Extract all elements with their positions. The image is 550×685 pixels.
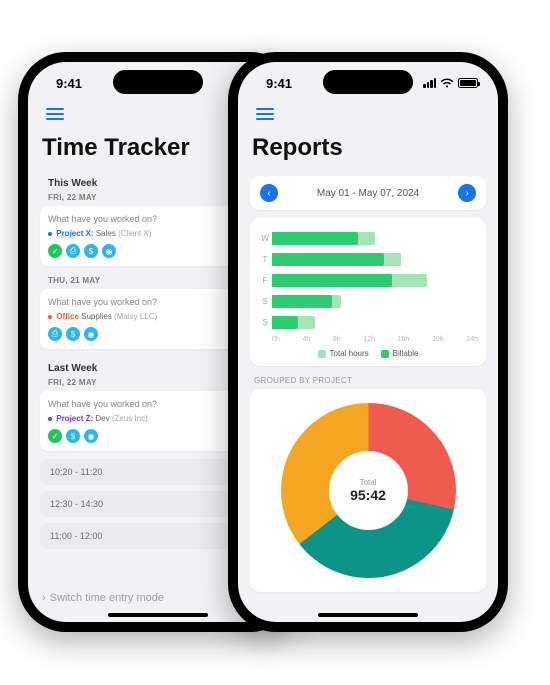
battery-icon [458,78,478,88]
task-name: Dev [95,414,109,423]
legend-swatch-billable [381,350,389,358]
client-name: (Zeus Inc) [112,414,148,423]
briefcase-icon[interactable]: ⎙ [66,244,80,258]
bar-billable [272,274,392,287]
check-icon[interactable]: ✓ [48,244,62,258]
legend-swatch-total [318,350,326,358]
task-name: Sales [96,229,116,238]
x-axis-ticks: 0h4h8h12h16h20h24h [258,336,478,343]
bar-billable [272,232,358,245]
y-axis-label: S [258,297,272,306]
bar-chart: W T F S S [258,228,478,333]
home-indicator [318,613,418,617]
notch [113,70,203,94]
status-time: 9:41 [56,76,82,91]
donut-chart-card: Total 95:42 [250,389,486,592]
project-name: Project Z: [56,414,93,423]
project-dot [48,315,52,319]
total-value: 95:42 [350,487,386,503]
task-name: Supplies [81,312,112,321]
bar-billable [272,295,332,308]
y-axis-label: W [258,234,272,243]
screen-right: 9:41 Reports ‹ May 01 - May 07, 2024 › W… [238,62,498,622]
total-label: Total [360,478,377,487]
wifi-icon [440,78,454,89]
phone-mockup-right: 9:41 Reports ‹ May 01 - May 07, 2024 › W… [228,52,508,632]
dollar-icon[interactable]: $ [66,429,80,443]
bar-chart-card: W T F S S 0h4h8h12h16h20h24h Total hours Bil… [250,218,486,366]
project-dot [48,417,52,421]
menu-icon[interactable] [42,104,68,124]
y-axis-label: F [258,276,272,285]
dollar-icon[interactable]: $ [84,244,98,258]
briefcase-icon[interactable]: ⎙ [48,327,62,341]
status-time: 9:41 [266,76,292,91]
project-name: Office [56,312,79,321]
bar-billable [272,316,298,329]
y-axis-label: T [258,255,272,264]
check-icon[interactable]: ✓ [48,429,62,443]
client-name: (Client X) [118,229,151,238]
grouped-by-label: GROUPED BY PROJECT [250,366,486,389]
tag-icon[interactable]: ◉ [84,327,98,341]
client-name: (Maisy LLC) [114,312,157,321]
page-title: Reports [250,128,486,172]
date-range-picker: ‹ May 01 - May 07, 2024 › [250,176,486,210]
chart-legend: Total hours Billable [258,349,478,358]
tag-icon[interactable]: ◉ [102,244,116,258]
next-button[interactable]: › [458,184,476,202]
chevron-right-icon: › [42,592,46,604]
prev-button[interactable]: ‹ [260,184,278,202]
menu-icon[interactable] [252,104,278,124]
donut-chart: Total 95:42 [281,403,456,578]
dollar-icon[interactable]: $ [66,327,80,341]
bar-billable [272,253,384,266]
signal-icon [423,78,436,88]
home-indicator [108,613,208,617]
y-axis-label: S [258,318,272,327]
project-dot [48,232,52,236]
switch-mode-button[interactable]: › Switch time entry mode [42,592,164,604]
date-range-label: May 01 - May 07, 2024 [317,188,419,199]
tag-icon[interactable]: ◉ [84,429,98,443]
notch [323,70,413,94]
project-name: Project X: [56,229,93,238]
donut-center: Total 95:42 [329,451,408,530]
